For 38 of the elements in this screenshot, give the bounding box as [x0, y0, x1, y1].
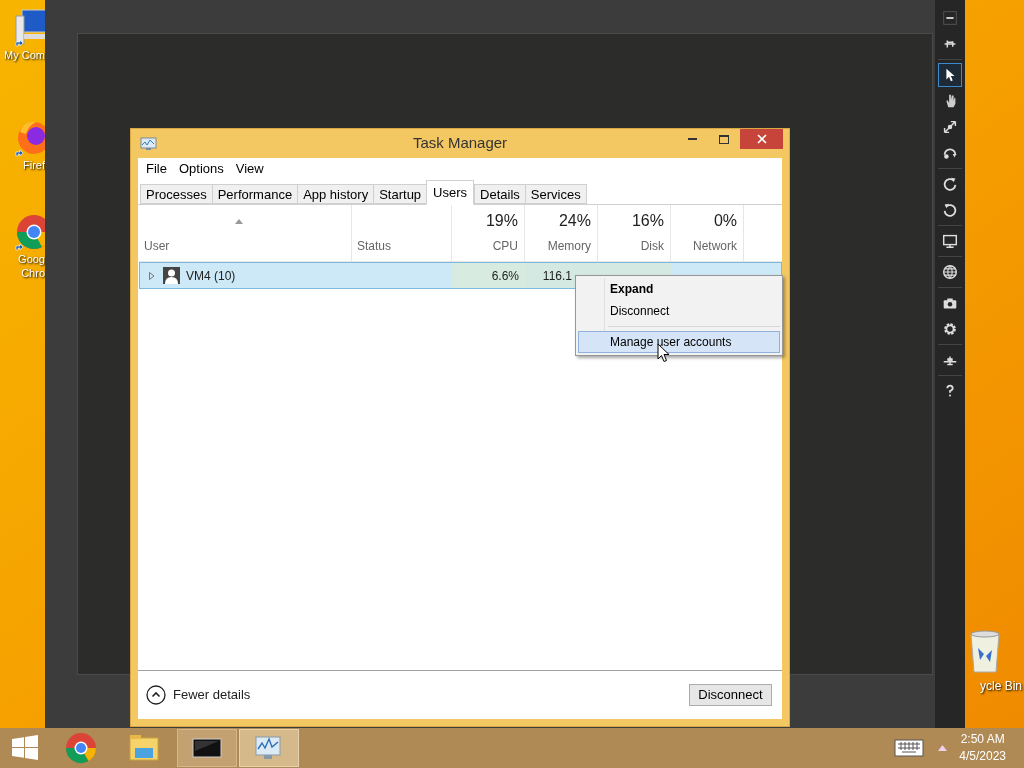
column-total: 16%	[631, 211, 664, 231]
table-cell-text: 6.6%	[491, 267, 519, 285]
computer-icon[interactable]	[14, 8, 45, 48]
column-header[interactable]: User	[144, 237, 170, 255]
tab[interactable]: Processes	[140, 184, 213, 204]
user-name: VM4 (10)	[186, 267, 236, 285]
column-header[interactable]: Status	[357, 237, 392, 255]
tab[interactable]: App history	[297, 184, 375, 204]
fewer-details-link[interactable]: Fewer details	[173, 685, 251, 705]
column-header[interactable]: Network	[693, 237, 737, 255]
column-total: 0%	[713, 211, 737, 231]
app-icon	[140, 137, 157, 151]
menu-item[interactable]: View	[229, 159, 270, 179]
table-cell-text: 116.1	[542, 267, 572, 285]
monitor-icon[interactable]	[177, 729, 237, 767]
tab[interactable]: Startup	[373, 184, 428, 204]
menu-item[interactable]: Options	[172, 159, 230, 179]
menu-item[interactable]: Disconnect	[578, 300, 780, 322]
column-header[interactable]: Memory	[547, 237, 591, 255]
pointer-icon[interactable]	[938, 63, 962, 87]
tab[interactable]: Services	[524, 184, 587, 204]
chevron-up-icon[interactable]	[146, 685, 166, 705]
close-icon	[756, 134, 767, 144]
menu-item[interactable]: Manage user accounts	[578, 331, 780, 353]
menu-item[interactable]: File	[140, 159, 173, 179]
sort-arrow-icon[interactable]	[235, 219, 243, 224]
user-avatar-icon	[163, 267, 180, 284]
keyboard-icon[interactable]	[894, 739, 925, 757]
column-total: 19%	[485, 211, 518, 231]
tab[interactable]: Users	[426, 180, 475, 205]
window-title: Task Manager	[412, 133, 508, 154]
column-total: 24%	[558, 211, 591, 231]
column-header[interactable]: Disk	[640, 237, 664, 255]
column-header[interactable]: CPU	[492, 237, 518, 255]
tab[interactable]: Performance	[211, 184, 299, 204]
tab[interactable]: Details	[474, 184, 526, 204]
disconnect-button[interactable]: Disconnect	[689, 684, 772, 706]
recycle-bin-icon[interactable]	[968, 630, 1002, 676]
